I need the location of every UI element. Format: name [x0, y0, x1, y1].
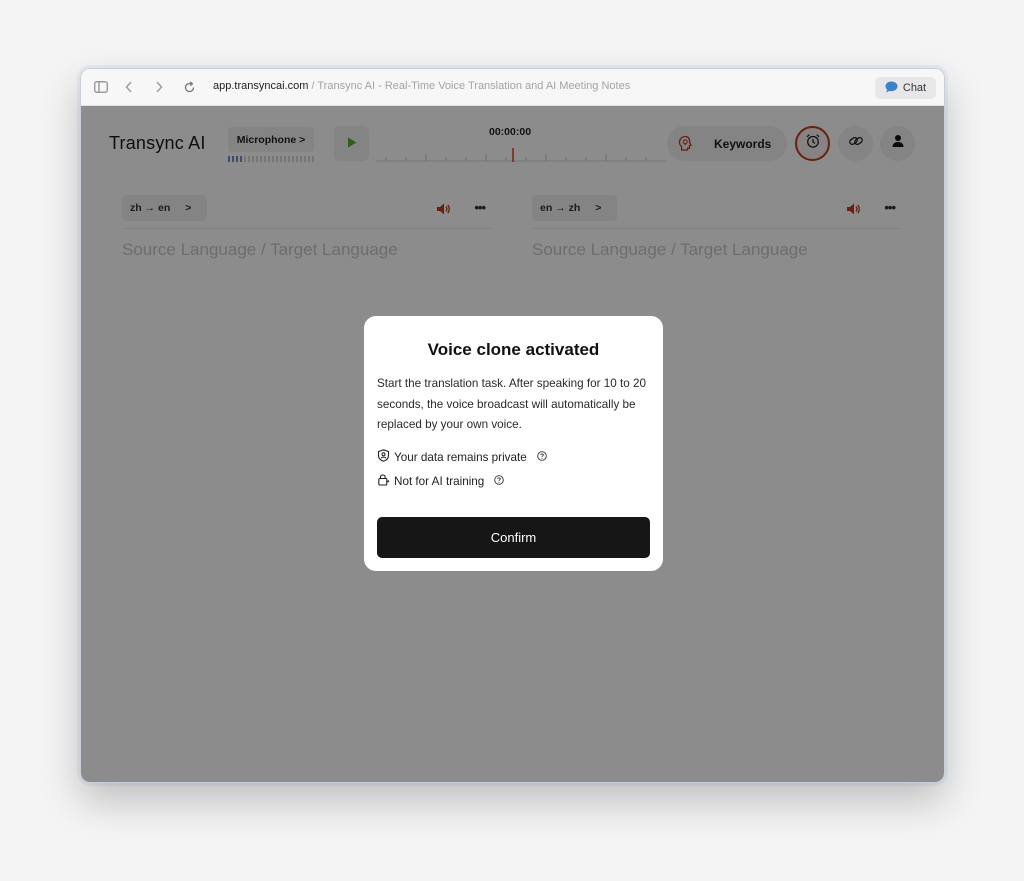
dialog-description: Start the translation task. After speaki…: [377, 377, 646, 431]
help-circle-icon[interactable]: [494, 474, 505, 488]
feature-data-private: Your data remains private: [377, 449, 547, 465]
feature-not-for-training: Not for AI training: [377, 473, 505, 489]
chat-button[interactable]: Chat: [875, 77, 936, 99]
voice-clone-dialog: Voice clone activated Start the translat…: [364, 316, 663, 571]
help-circle-icon[interactable]: [537, 450, 547, 464]
chat-label: Chat: [902, 82, 927, 94]
browser-window: app.transyncai.com / Transync AI - Real-…: [80, 68, 945, 783]
forward-chevron-right-icon[interactable]: [151, 79, 167, 95]
back-chevron-left-icon[interactable]: [121, 79, 137, 95]
confirm-button[interactable]: Confirm: [377, 517, 650, 558]
chat-bubble-icon: [885, 81, 898, 96]
feature-training-label: Not for AI training: [394, 474, 485, 488]
page-title: Transync AI - Real-Time Voice Translatio…: [317, 80, 631, 92]
url-domain: app.transyncai.com: [213, 80, 309, 92]
feature-private-label: Your data remains private: [394, 450, 527, 464]
address-bar[interactable]: app.transyncai.com / Transync AI - Real-…: [213, 80, 630, 92]
lock-icon: [377, 473, 390, 489]
dialog-title: Voice clone activated: [427, 340, 600, 359]
browser-toolbar: app.transyncai.com / Transync AI - Real-…: [81, 69, 944, 106]
shield-user-icon: [377, 449, 390, 465]
reload-icon[interactable]: [181, 79, 197, 95]
sidebar-icon[interactable]: [93, 79, 109, 95]
